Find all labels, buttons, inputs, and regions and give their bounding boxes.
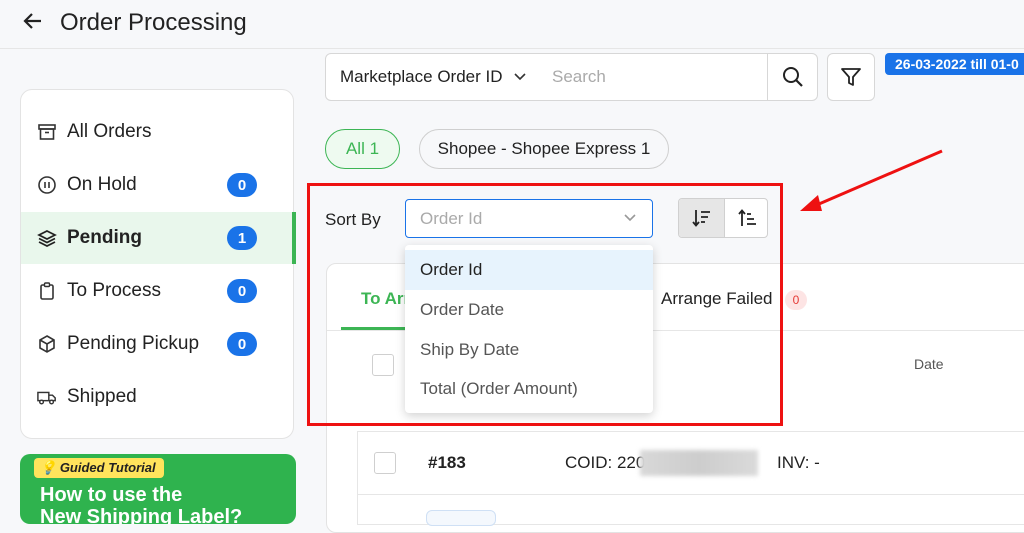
sort-option-total-amount[interactable]: Total (Order Amount) <box>405 369 653 409</box>
sidebar-item-label: To Process <box>67 280 161 301</box>
count-badge: 1 <box>227 226 257 250</box>
sidebar-item-label: Pending Pickup <box>67 333 200 354</box>
count-badge: 0 <box>227 173 257 197</box>
sort-ascending-icon <box>737 207 759 229</box>
redacted-value <box>640 450 758 476</box>
product-thumbnail <box>426 510 496 526</box>
sort-options-menu: Order Id Order Date Ship By Date Total (… <box>405 245 653 413</box>
cod-id: COID: 220 <box>565 453 646 472</box>
sort-option-order-id[interactable]: Order Id <box>405 250 653 290</box>
active-indicator <box>292 212 296 264</box>
search-button[interactable] <box>767 53 818 101</box>
sidebar-item-pending[interactable]: Pending 1 <box>21 212 296 264</box>
tab-arrange-failed[interactable]: Arrange Failed <box>661 289 773 309</box>
search-input[interactable] <box>538 53 768 101</box>
count-badge: 0 <box>227 332 257 356</box>
filter-pill-all[interactable]: All 1 <box>325 129 400 169</box>
order-id[interactable]: #183 <box>428 453 466 473</box>
back-arrow-icon[interactable] <box>22 10 44 38</box>
tutorial-banner[interactable]: 💡 Guided Tutorial How to use the New Shi… <box>20 454 296 524</box>
sidebar-item-label: Pending <box>67 227 142 248</box>
sort-option-order-date[interactable]: Order Date <box>405 290 653 330</box>
select-all-checkbox[interactable] <box>372 354 394 376</box>
sidebar-item-all-orders[interactable]: All Orders <box>21 106 295 158</box>
count-badge: 0 <box>227 279 257 303</box>
page-title: Order Processing <box>60 9 247 36</box>
archive-box-icon <box>37 122 57 142</box>
sort-direction-toggle <box>678 198 768 238</box>
truck-icon <box>37 387 57 407</box>
sort-field-select[interactable]: Order Id <box>405 199 653 238</box>
sidebar-item-to-process[interactable]: To Process 0 <box>21 265 295 317</box>
sidebar-item-on-hold[interactable]: On Hold 0 <box>21 159 295 211</box>
chevron-down-icon <box>513 72 527 82</box>
search-field-selector[interactable]: Marketplace Order ID <box>325 53 539 101</box>
sort-ascending-button[interactable] <box>724 199 767 237</box>
sidebar-item-pending-pickup[interactable]: Pending Pickup 0 <box>21 318 295 370</box>
sort-by-label: Sort By <box>325 210 381 229</box>
package-icon <box>37 334 57 354</box>
tutorial-text: How to use the New Shipping Label? <box>40 484 243 524</box>
filter-pill-shopee[interactable]: Shopee - Shopee Express 1 <box>419 129 669 169</box>
sort-option-ship-by-date[interactable]: Ship By Date <box>405 330 653 370</box>
chevron-down-icon <box>622 209 638 230</box>
row-checkbox[interactable] <box>374 452 396 474</box>
sidebar-item-label: Shipped <box>67 386 137 407</box>
search-icon <box>781 65 805 89</box>
tab-to-arrange[interactable]: To Arr <box>361 289 410 309</box>
arrange-failed-count-badge: 0 <box>785 290 807 310</box>
date-range-chip[interactable]: 26-03-2022 till 01-0 <box>885 53 1024 75</box>
layers-icon <box>37 228 57 248</box>
status-sidebar: All Orders On Hold 0 Pending 1 To Proces… <box>20 89 296 439</box>
sidebar-item-label: All Orders <box>67 121 152 142</box>
sort-descending-icon <box>691 207 713 229</box>
filter-funnel-icon <box>840 66 862 88</box>
annotation-arrow <box>800 149 943 211</box>
column-header-date: Date <box>914 356 944 372</box>
sort-descending-button[interactable] <box>679 199 724 237</box>
pause-circle-icon <box>37 175 57 195</box>
sidebar-item-label: On Hold <box>67 174 137 195</box>
guided-tutorial-tag: 💡 Guided Tutorial <box>34 458 164 478</box>
sidebar-item-shipped[interactable]: Shipped <box>21 371 295 423</box>
invoice-number: INV: - <box>777 453 820 472</box>
filter-button[interactable] <box>827 53 875 101</box>
clipboard-icon <box>37 281 57 301</box>
